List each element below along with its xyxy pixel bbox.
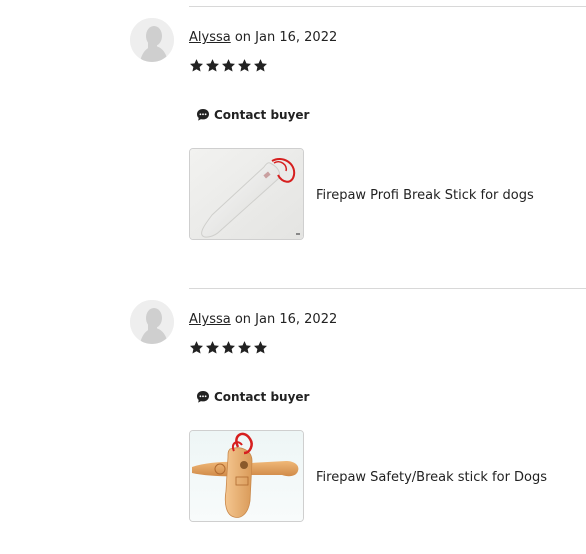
reviewer-name-link[interactable]: Alyssa — [189, 312, 231, 327]
review-divider — [189, 288, 586, 289]
star-icon — [190, 59, 203, 72]
reviewer-name-link[interactable]: Alyssa — [189, 30, 231, 45]
contact-buyer-button[interactable]: Contact buyer — [196, 387, 309, 407]
white-break-stick-photo-icon — [190, 149, 303, 239]
contact-buyer-button[interactable]: Contact buyer — [196, 105, 309, 125]
contact-buyer-label: Contact buyer — [214, 390, 310, 404]
review-divider — [189, 6, 586, 7]
review-date: on Jan 16, 2022 — [230, 312, 338, 327]
product-thumbnail[interactable] — [189, 148, 304, 240]
review-date: on Jan 16, 2022 — [230, 30, 338, 45]
review-meta: Alyssa on Jan 16, 2022 — [189, 311, 337, 329]
star-icon — [222, 59, 235, 72]
review-meta: Alyssa on Jan 16, 2022 — [189, 29, 337, 47]
reviewer-avatar-icon[interactable] — [130, 18, 174, 62]
star-icon — [238, 341, 251, 354]
contact-buyer-label: Contact buyer — [214, 108, 310, 122]
star-rating — [189, 58, 268, 78]
reviewer-avatar-icon[interactable] — [130, 300, 174, 344]
star-icon — [254, 341, 267, 354]
star-icon — [254, 59, 267, 72]
chat-bubble-icon — [197, 109, 209, 121]
star-icon — [206, 341, 219, 354]
wooden-break-stick-photo-icon — [190, 431, 303, 521]
product-title-link[interactable]: Firepaw Safety/Break stick for Dogs — [316, 469, 547, 487]
chat-bubble-icon — [197, 391, 209, 403]
star-icon — [222, 341, 235, 354]
star-icon — [206, 59, 219, 72]
star-icon — [190, 341, 203, 354]
product-thumbnail[interactable] — [189, 430, 304, 522]
star-rating — [189, 340, 268, 360]
product-title-link[interactable]: Firepaw Profi Break Stick for dogs — [316, 187, 534, 205]
star-icon — [238, 59, 251, 72]
